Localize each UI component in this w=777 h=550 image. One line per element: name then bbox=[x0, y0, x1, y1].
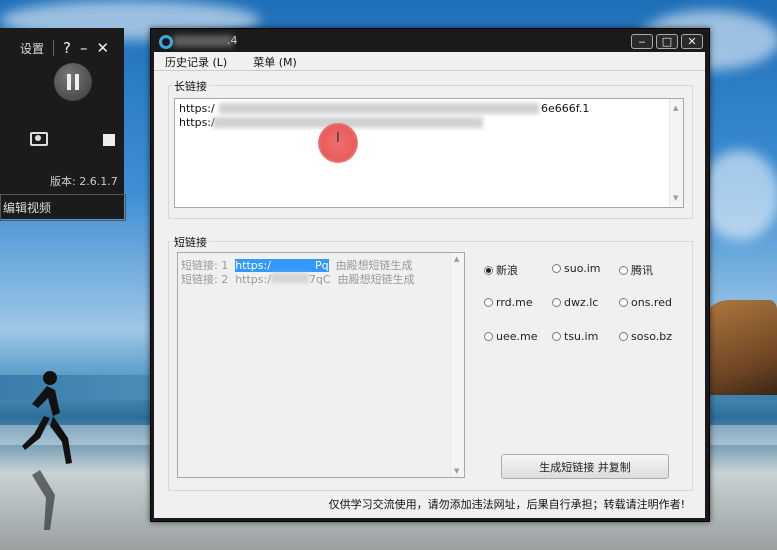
redacted-title bbox=[173, 35, 233, 47]
text-cursor-icon: I bbox=[336, 131, 340, 146]
window-title: .4 bbox=[227, 34, 238, 47]
long-link-line-1-tail: 6e666f.1 bbox=[541, 102, 590, 115]
radio-dot bbox=[552, 264, 561, 273]
version-label: 版本: 2.6.1.7 bbox=[50, 175, 118, 188]
screenshot-camera-icon[interactable] bbox=[30, 132, 48, 146]
help-icon[interactable]: ? bbox=[63, 39, 71, 57]
radio-uee-me[interactable]: uee.me bbox=[484, 330, 538, 343]
radio-dot bbox=[552, 298, 561, 307]
menubar: 历史记录 (L) 菜单 (M) bbox=[154, 52, 705, 70]
recorder-toolbar: 设置 ? – ✕ bbox=[0, 28, 124, 68]
radio-suo-im[interactable]: suo.im bbox=[552, 262, 601, 275]
radio-dot bbox=[619, 298, 628, 307]
radio-tencent[interactable]: 腾讯 bbox=[619, 262, 653, 278]
short-link-scrollbar[interactable]: ▲ ▼ bbox=[450, 253, 464, 477]
radio-dot bbox=[484, 332, 493, 341]
scroll-down-icon[interactable]: ▼ bbox=[673, 191, 678, 205]
window-client-area: 历史记录 (L) 菜单 (M) 长链接 https:/ 6e666f.1 htt… bbox=[154, 52, 705, 518]
minimize-window-button[interactable]: ‒ bbox=[631, 34, 653, 49]
long-link-scrollbar[interactable]: ▲ ▼ bbox=[669, 99, 683, 207]
screen-recorder-panel: 设置 ? – ✕ 版本: 2.6.1.7 编辑视频 bbox=[0, 28, 126, 221]
generate-and-copy-button[interactable]: 生成短链接 并复制 bbox=[501, 454, 669, 479]
radio-rrd-me[interactable]: rrd.me bbox=[484, 296, 533, 309]
short-link-list[interactable]: 短链接: 1 https:/Pq 由殿想短链生成 短链接: 2 https:/7… bbox=[177, 252, 465, 478]
stop-icon[interactable] bbox=[103, 134, 115, 146]
cloud bbox=[700, 150, 777, 240]
minimize-icon[interactable]: – bbox=[80, 39, 88, 57]
app-logo-icon bbox=[159, 35, 173, 49]
radio-dot bbox=[484, 265, 493, 275]
long-link-textarea[interactable]: https:/ 6e666f.1 https:/ ▲ ▼ bbox=[174, 98, 684, 208]
scroll-up-icon[interactable]: ▲ bbox=[454, 255, 459, 263]
menu-history[interactable]: 历史记录 (L) bbox=[165, 54, 227, 70]
short-url: https:/7qC bbox=[235, 273, 331, 286]
runner-reflection bbox=[32, 470, 55, 530]
radio-dot bbox=[484, 298, 493, 307]
scroll-down-icon[interactable]: ▼ bbox=[454, 467, 459, 475]
menubar-divider bbox=[154, 70, 705, 71]
pause-icon bbox=[67, 74, 71, 90]
window-controls: ‒ □ ✕ bbox=[631, 34, 703, 49]
short-link-label: 短链接 bbox=[172, 234, 209, 250]
pause-button[interactable] bbox=[54, 63, 92, 101]
long-link-label: 长链接 bbox=[172, 78, 209, 94]
radio-dwz-lc[interactable]: dwz.lc bbox=[552, 296, 598, 309]
disclaimer-text: 仅供学习交流使用，请勿添加违法网址，后果自行承担；转载请注明作者! bbox=[328, 498, 685, 511]
edit-video-button[interactable]: 编辑视频 bbox=[0, 194, 126, 221]
radio-dot bbox=[619, 332, 628, 341]
short-link-window: .4 ‒ □ ✕ 历史记录 (L) 菜单 (M) 长链接 https:/ 6e6… bbox=[150, 28, 710, 522]
radio-ons-red[interactable]: ons.red bbox=[619, 296, 672, 309]
settings-button[interactable]: 设置 bbox=[20, 40, 44, 57]
radio-soso-bz[interactable]: soso.bz bbox=[619, 330, 672, 343]
maximize-window-button[interactable]: □ bbox=[656, 34, 678, 49]
runner-silhouette bbox=[22, 371, 72, 464]
list-item[interactable]: 短链接: 2 https:/7qC 由殿想短链生成 bbox=[181, 271, 415, 287]
menu-main[interactable]: 菜单 (M) bbox=[253, 54, 297, 70]
close-window-button[interactable]: ✕ bbox=[681, 34, 703, 49]
radio-dot bbox=[552, 332, 561, 341]
scroll-up-icon[interactable]: ▲ bbox=[673, 101, 678, 115]
radio-tsu-im[interactable]: tsu.im bbox=[552, 330, 598, 343]
redacted-text bbox=[219, 103, 539, 114]
radio-sina[interactable]: 新浪 bbox=[484, 262, 518, 278]
toolbar-divider bbox=[53, 40, 55, 56]
close-icon[interactable]: ✕ bbox=[96, 39, 109, 57]
titlebar[interactable]: .4 ‒ □ ✕ bbox=[151, 29, 709, 51]
radio-dot bbox=[619, 265, 628, 275]
